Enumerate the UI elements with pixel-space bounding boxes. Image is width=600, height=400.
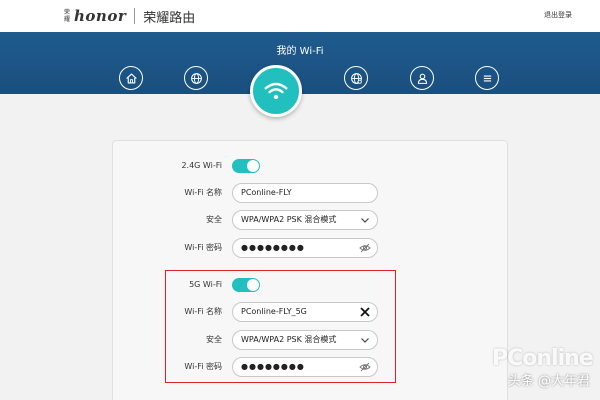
logo-word: honor xyxy=(74,7,127,25)
wifi5-name-input[interactable]: PConline-FLY_5G xyxy=(232,302,378,322)
author-watermark: 头条 @大年君 xyxy=(507,374,590,389)
wifi24-toggle-label: 2.4G Wi-Fi xyxy=(181,161,222,170)
logout-link[interactable]: 退出登录 xyxy=(544,10,572,20)
wifi24-password-label: Wi-Fi 密码 xyxy=(184,243,222,252)
wifi5-password-label: Wi-Fi 密码 xyxy=(184,362,222,371)
chevron-down-icon xyxy=(361,338,369,343)
user-icon[interactable] xyxy=(410,66,434,90)
wifi5-security-row: 安全 WPA/WPA2 PSK 混合模式 xyxy=(112,330,508,350)
toggle-knob xyxy=(247,279,259,291)
home-icon[interactable] xyxy=(119,66,143,90)
logo-divider xyxy=(134,8,136,24)
toggle-knob xyxy=(247,160,259,172)
clear-icon[interactable] xyxy=(359,306,371,318)
wifi-icon[interactable] xyxy=(250,65,302,117)
wifi24-toggle[interactable] xyxy=(232,159,260,173)
page-title: 我的 Wi-Fi xyxy=(276,46,324,57)
wifi5-toggle-label: 5G Wi-Fi xyxy=(189,280,222,289)
wifi5-security-value: WPA/WPA2 PSK 混合模式 xyxy=(241,335,337,344)
wifi24-name-input[interactable]: PConline-FLY xyxy=(232,183,378,203)
top-bar: 荣耀 honor 荣耀路由 退出登录 xyxy=(0,0,600,32)
wifi5-toggle-row: 5G Wi-Fi xyxy=(112,275,508,295)
wifi5-password-value: ●●●●●●●● xyxy=(241,362,305,371)
wifi5-name-value: PConline-FLY_5G xyxy=(241,307,307,316)
wifi5-password-row: Wi-Fi 密码 ●●●●●●●● xyxy=(112,357,508,377)
wifi5-password-input[interactable]: ●●●●●●●● xyxy=(232,357,378,377)
wifi5-security-select[interactable]: WPA/WPA2 PSK 混合模式 xyxy=(232,330,378,350)
wifi24-security-select[interactable]: WPA/WPA2 PSK 混合模式 xyxy=(232,210,378,230)
wifi24-name-row: Wi-Fi 名称 PConline-FLY xyxy=(112,183,508,203)
globe-icon[interactable] xyxy=(184,66,208,90)
wifi24-security-label: 安全 xyxy=(206,215,222,224)
router-wifi-page: 荣耀 honor 荣耀路由 退出登录 我的 Wi-Fi 2.4G Wi-Fi W… xyxy=(0,0,600,400)
wifi5-toggle[interactable] xyxy=(232,278,260,292)
wifi24-name-label: Wi-Fi 名称 xyxy=(184,188,222,197)
wifi24-password-value: ●●●●●●●● xyxy=(241,243,305,252)
wifi5-security-label: 安全 xyxy=(206,335,222,344)
wifi5-name-row: Wi-Fi 名称 PConline-FLY_5G xyxy=(112,302,508,322)
site-watermark: PConline xyxy=(492,346,594,371)
globe-settings-icon[interactable] xyxy=(344,66,368,90)
chevron-down-icon xyxy=(361,218,369,223)
product-name: 荣耀路由 xyxy=(143,10,196,26)
eye-hidden-icon[interactable] xyxy=(359,242,371,254)
wifi24-toggle-row: 2.4G Wi-Fi xyxy=(112,156,508,176)
wifi24-password-input[interactable]: ●●●●●●●● xyxy=(232,238,378,258)
eye-hidden-icon[interactable] xyxy=(359,361,371,373)
brand-logo: 荣耀 honor 荣耀路由 xyxy=(62,6,195,26)
wifi24-security-value: WPA/WPA2 PSK 混合模式 xyxy=(241,215,337,224)
wifi24-security-row: 安全 WPA/WPA2 PSK 混合模式 xyxy=(112,210,508,230)
wifi5-name-label: Wi-Fi 名称 xyxy=(184,307,222,316)
logo-mark: 荣耀 xyxy=(63,9,70,23)
menu-icon[interactable] xyxy=(475,66,499,90)
wifi24-password-row: Wi-Fi 密码 ●●●●●●●● xyxy=(112,238,508,258)
